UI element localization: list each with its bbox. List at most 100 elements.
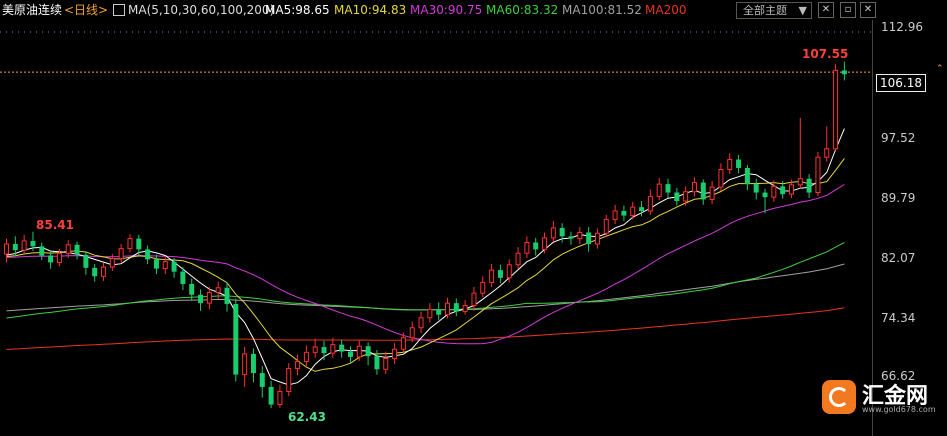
ma200-line [6,307,845,350]
candle-body [762,192,768,198]
y-tick-label: 89.79 [881,191,916,205]
watermark-logo: 汇金网 www.gold678.com [822,380,940,418]
candle-body [700,182,706,200]
candle-body [753,184,759,193]
current-price-box: 106.18 [876,74,926,92]
candle-body [780,186,786,195]
y-tick-label: 97.52 [881,131,916,145]
instrument-name[interactable]: 美原油连续 [2,0,62,20]
watermark-url: www.gold678.com [862,405,936,414]
candle-body [471,292,477,306]
chevron-up-icon: ⌃ [936,64,944,74]
candle-body [356,345,362,358]
ma10-value: MA10:94.83 [334,3,407,17]
candle-body [841,70,847,75]
candle-body [145,249,151,260]
candle-body [392,348,398,359]
candle-body [788,184,794,195]
ma200-value: MA200 [645,3,687,17]
candle-body [65,244,71,254]
theme-dropdown-label: 全部主题 [743,4,787,17]
y-tick-label: 112.96 [881,20,923,34]
high-price-label: 107.55 [802,47,849,61]
candle-body [833,69,839,150]
candle-body [436,309,442,315]
candle-body [56,252,62,263]
left-peak-label: 85.41 [36,218,74,232]
candle-body [630,206,636,217]
candle-body [568,236,574,239]
candle-body [74,244,80,255]
candle-body [39,246,45,256]
ma100-line [6,263,845,312]
candle-body [533,242,539,250]
candle-body [674,192,680,201]
candle-body [339,344,345,352]
candle-body [92,267,98,277]
candle-body [427,308,433,319]
candle-body [347,351,353,357]
candle-body [171,261,177,272]
candle-body [453,303,459,312]
candle-body [162,261,168,270]
theme-dropdown[interactable]: 全部主题 ▼ [736,2,812,19]
candle-body [312,346,318,353]
candlestick-chart[interactable] [0,20,872,436]
candle-body [612,210,618,220]
ma5-line [6,128,845,386]
candle-body [771,185,777,198]
candle-body [303,351,309,363]
candle-body [233,303,239,375]
candle-body [418,317,424,329]
candle-body [806,178,812,193]
candle-body [815,156,821,194]
candle-body [295,361,301,369]
crosshair-icon[interactable]: ✕ [818,2,834,18]
candle-body [365,346,371,357]
candle-body [577,231,583,240]
candle-body [727,159,733,170]
candle-body [797,178,803,186]
price-axis: 112.96 106.18 ⌃ 97.52 89.79 82.07 74.34 … [872,20,947,436]
candle-body [542,237,548,250]
candle-body [744,167,750,185]
candle-body [506,264,512,279]
ma-params[interactable]: MA(5,10,30,60,100,200) [128,0,274,20]
period-label[interactable]: <日线> [64,0,108,20]
candle-body [409,327,415,339]
ma100-value: MA100:81.52 [562,3,642,17]
candle-body [101,266,107,277]
candle-body [586,232,592,245]
candle-body [524,241,530,254]
candle-body [242,353,248,376]
close-icon[interactable]: ✕ [860,2,876,18]
candle-body [136,238,142,250]
candle-body [480,281,486,294]
chevron-down-icon: ▼ [798,4,807,17]
y-tick-label: 74.34 [881,311,916,325]
ma5-value: MA5:98.65 [265,3,330,17]
candle-body [374,356,380,370]
candle-body [621,210,627,216]
ma-settings-icon[interactable] [113,4,125,16]
candle-body [109,258,115,268]
candle-body [206,291,212,304]
candle-body [259,373,265,387]
candle-body [603,218,609,234]
candle-body [321,346,327,354]
candle-body [286,367,292,393]
candle-body [515,252,521,266]
y-tick-label: 82.07 [881,251,916,265]
candle-body [683,191,689,202]
collapse-icon[interactable]: ▫ [840,2,856,18]
candle-body [559,227,565,237]
candle-body [445,302,450,316]
candle-body [48,255,54,263]
candle-body [462,304,468,313]
candle-body [83,254,89,268]
candle-body [21,240,27,251]
ma60-value: MA60:83.32 [486,3,559,17]
candle-body [594,232,600,245]
candle-body [400,337,406,350]
ma30-line [6,184,845,345]
